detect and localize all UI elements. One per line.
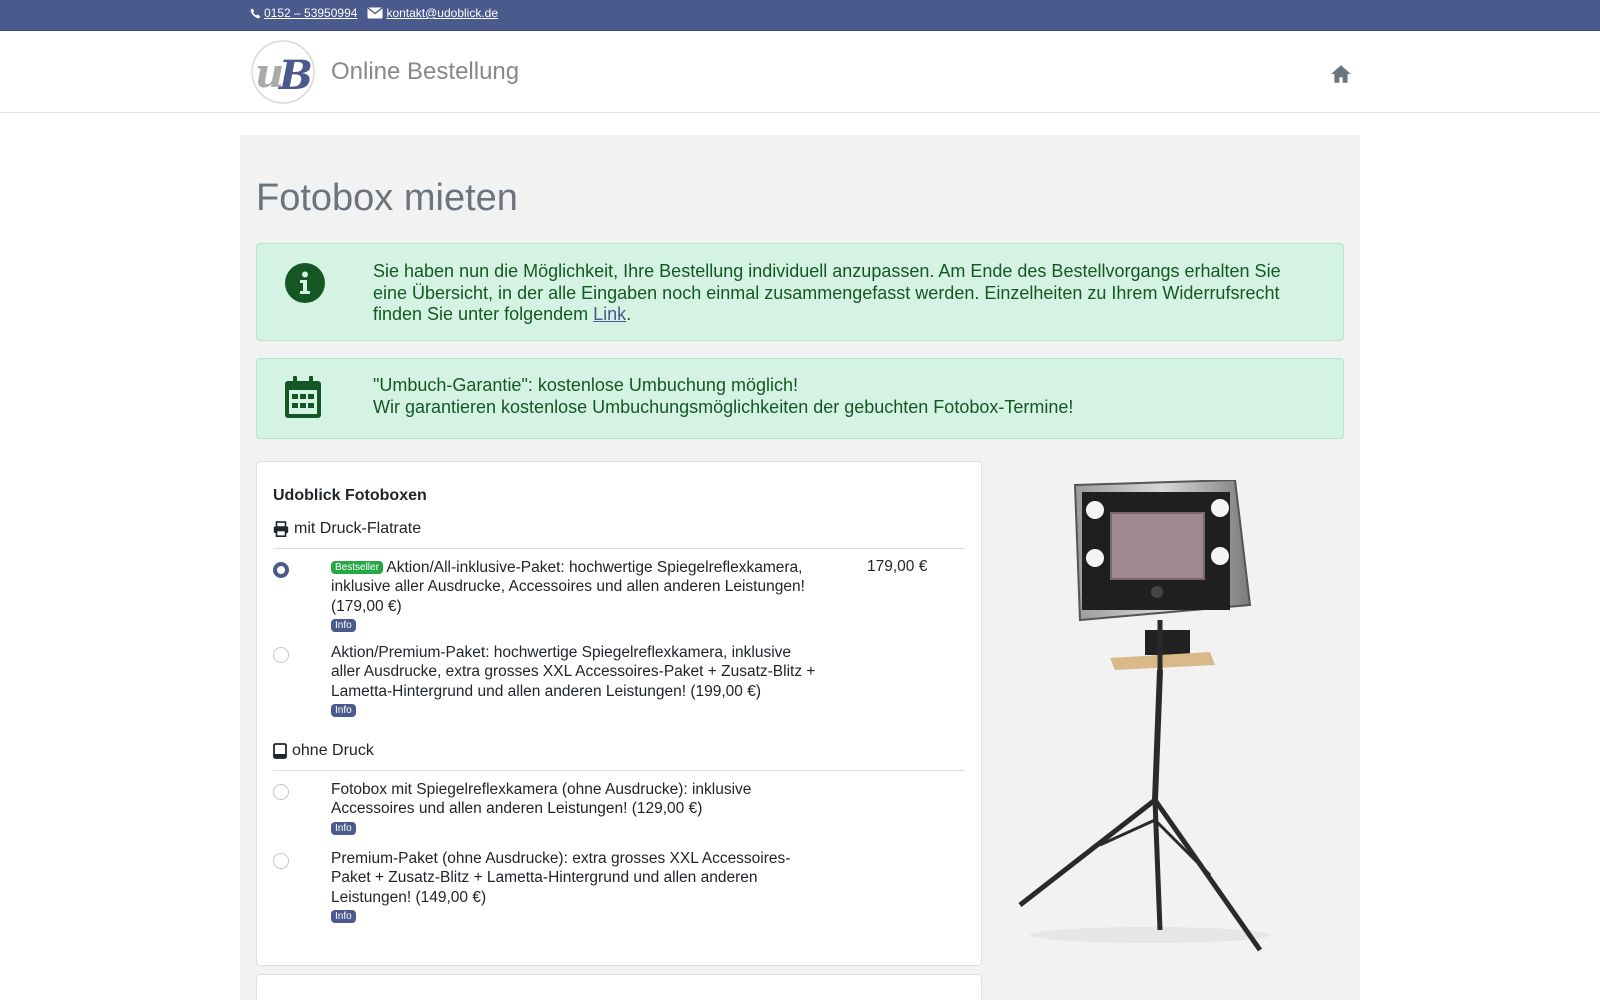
option-basic-noprint[interactable]: Fotobox mit Spiegelreflexkamera (ohne Au… — [273, 780, 965, 836]
radio-premium[interactable] — [273, 647, 289, 663]
withdrawal-link[interactable]: Link — [593, 304, 626, 324]
calendar-icon — [285, 376, 321, 418]
second-card — [256, 974, 982, 1000]
info-text: Sie haben nun die Möglichkeit, Ihre Best… — [373, 261, 1303, 326]
info-badge[interactable]: Info — [331, 703, 356, 717]
tablet-icon — [273, 743, 287, 759]
info-badge[interactable]: Info — [331, 821, 356, 835]
brand[interactable]: u B Online Bestellung — [250, 39, 519, 105]
info-text-body: Sie haben nun die Möglichkeit, Ihre Best… — [373, 261, 1281, 324]
printer-icon — [273, 521, 289, 537]
group-noprint-label: ohne Druck — [292, 742, 374, 759]
radio-all-inclusive[interactable] — [273, 562, 289, 578]
email-link[interactable]: kontakt@udoblick.de — [367, 6, 498, 20]
option-label: Aktion/Premium-Paket: hochwertige Spiege… — [331, 643, 823, 720]
card-title: Udoblick Fotoboxen — [273, 487, 427, 504]
option-label: Bestseller Aktion/All-inklusive-Paket: h… — [331, 558, 823, 635]
info-alert: Sie haben nun die Möglichkeit, Ihre Best… — [256, 243, 1344, 341]
info-badge[interactable]: Info — [331, 618, 356, 632]
logo: u B — [250, 39, 316, 105]
guarantee-line-2: Wir garantieren kostenlose Umbuchungsmög… — [373, 396, 1074, 417]
group-noprint: ohne Druck — [273, 742, 374, 760]
envelope-icon — [367, 7, 383, 19]
svg-text:B: B — [278, 52, 313, 99]
guarantee-text: "Umbuch-Garantie": kostenlose Umbuchung … — [373, 375, 1303, 418]
option-label-text: Aktion/All-inklusive-Paket: hochwertige … — [331, 559, 805, 615]
divider — [273, 770, 965, 771]
option-price: 179,00 € — [867, 558, 928, 575]
top-contact-bar: 0152 – 53950994 kontakt@udoblick.de — [0, 0, 1600, 31]
home-icon[interactable] — [1330, 63, 1352, 85]
phone-number: 0152 – 53950994 — [264, 6, 358, 20]
info-text-end: . — [626, 304, 632, 324]
guarantee-line-1: "Umbuch-Garantie": kostenlose Umbuchung … — [373, 375, 798, 395]
option-premium[interactable]: Aktion/Premium-Paket: hochwertige Spiege… — [273, 643, 965, 717]
group-print-label: mit Druck-Flatrate — [294, 520, 422, 537]
divider — [273, 548, 965, 549]
page-title: Fotobox mieten — [256, 177, 518, 219]
info-circle-icon — [285, 263, 325, 303]
option-label: Premium-Paket (ohne Ausdrucke): extra gr… — [331, 849, 823, 926]
phone-icon — [250, 8, 261, 18]
info-badge[interactable]: Info — [331, 909, 356, 923]
option-all-inclusive[interactable]: Bestseller Aktion/All-inklusive-Paket: h… — [273, 558, 965, 632]
radio-premium-noprint[interactable] — [273, 853, 289, 869]
email-address: kontakt@udoblick.de — [386, 6, 499, 20]
radio-basic-noprint[interactable] — [273, 784, 289, 800]
option-label-text: Premium-Paket (ohne Ausdrucke): extra gr… — [331, 850, 791, 906]
guarantee-alert: "Umbuch-Garantie": kostenlose Umbuchung … — [256, 358, 1344, 439]
option-premium-noprint[interactable]: Premium-Paket (ohne Ausdrucke): extra gr… — [273, 849, 965, 923]
group-print: mit Druck-Flatrate — [273, 520, 421, 538]
brand-title: Online Bestellung — [331, 58, 520, 85]
option-label: Fotobox mit Spiegelreflexkamera (ohne Au… — [331, 780, 823, 838]
bestseller-badge: Bestseller — [331, 561, 383, 574]
fotobox-product-image — [1018, 480, 1270, 952]
navbar: u B Online Bestellung — [0, 31, 1600, 113]
option-label-text: Aktion/Premium-Paket: hochwertige Spiege… — [331, 644, 816, 700]
product-card: Udoblick Fotoboxen mit Druck-Flatrate Be… — [256, 461, 982, 966]
option-label-text: Fotobox mit Spiegelreflexkamera (ohne Au… — [331, 781, 752, 818]
phone-link[interactable]: 0152 – 53950994 — [250, 6, 357, 20]
